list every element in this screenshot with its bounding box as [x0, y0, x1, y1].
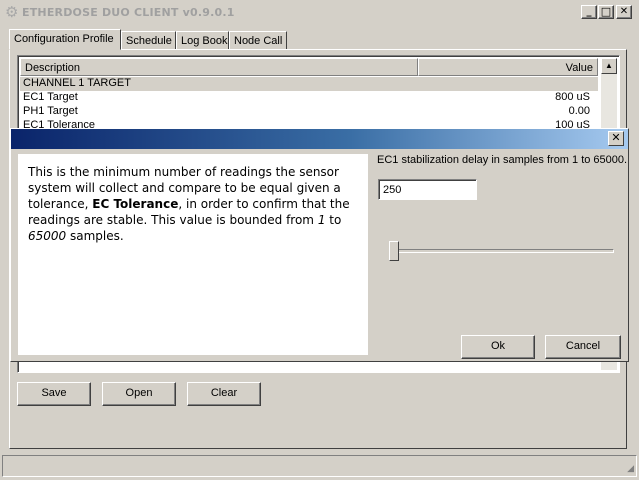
ok-button[interactable]: Ok	[461, 335, 535, 359]
minimize-button[interactable]: _	[581, 5, 597, 19]
value-prompt: EC1 stabilization delay in samples from …	[377, 154, 628, 166]
open-button[interactable]: Open	[102, 382, 176, 406]
column-header-description[interactable]: Description	[20, 58, 418, 76]
dialog-close-button[interactable]: ✕	[608, 131, 624, 146]
title-bar: ⚙ ETHERDOSE DUO CLIENT v0.9.0.1 _ □ ✕	[0, 0, 639, 26]
maximize-button[interactable]: □	[598, 5, 614, 19]
help-max-value: 65000	[28, 229, 67, 243]
row-description: PH1 Target	[23, 105, 78, 117]
list-item[interactable]: CHANNEL 1 TARGET	[20, 77, 598, 91]
dialog-title-bar[interactable]: ✕	[11, 129, 628, 149]
clear-button[interactable]: Clear	[187, 382, 261, 406]
edit-value-dialog: ✕ This is the minimum number of readings…	[10, 128, 629, 362]
list-item[interactable]: PH1 Target 0.00	[20, 105, 598, 119]
row-value: 800 uS	[555, 91, 590, 103]
row-description: EC1 Target	[23, 91, 78, 103]
app-gear-icon: ⚙	[5, 4, 19, 21]
scroll-up-arrow-icon[interactable]: ▲	[601, 58, 617, 74]
help-bold-term: EC Tolerance	[92, 197, 179, 211]
help-text: samples.	[66, 229, 124, 243]
tab-node-call[interactable]: Node Call	[229, 31, 287, 50]
status-bar: ◢	[2, 455, 637, 477]
tab-schedule[interactable]: Schedule	[121, 31, 176, 50]
column-header-value[interactable]: Value	[418, 58, 598, 76]
help-text-panel: This is the minimum number of readings t…	[18, 154, 368, 355]
value-input[interactable]	[378, 179, 477, 200]
value-slider-thumb[interactable]	[388, 241, 399, 261]
close-button[interactable]: ✕	[616, 5, 632, 19]
row-description: CHANNEL 1 TARGET	[23, 77, 131, 89]
resize-grip-icon[interactable]: ◢	[627, 463, 634, 474]
tab-log-book[interactable]: Log Book	[176, 31, 229, 50]
save-button[interactable]: Save	[17, 382, 91, 406]
tab-configuration-profile[interactable]: Configuration Profile	[9, 29, 121, 50]
list-item[interactable]: EC1 Target 800 uS	[20, 91, 598, 105]
window-title: ETHERDOSE DUO CLIENT v0.9.0.1	[22, 6, 235, 19]
row-value: 0.00	[568, 105, 590, 117]
cancel-button[interactable]: Cancel	[545, 335, 621, 359]
value-slider-track[interactable]	[392, 249, 614, 253]
help-text: to	[325, 213, 342, 227]
